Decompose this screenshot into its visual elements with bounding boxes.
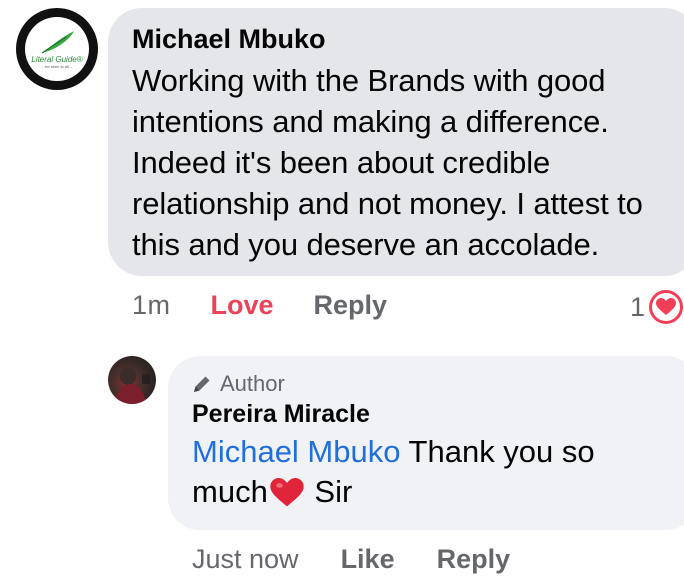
- literal-guide-logo: Literal Guide® ...be seen to all...: [25, 17, 89, 81]
- avatar[interactable]: Literal Guide® ...be seen to all...: [16, 8, 98, 90]
- heart-emoji-icon: [270, 478, 304, 518]
- leaf-icon: [41, 31, 74, 54]
- logo-tagline: ...be seen to all...: [41, 64, 73, 69]
- reply-button[interactable]: Reply: [314, 290, 388, 321]
- reply-author[interactable]: Pereira Miracle: [192, 398, 674, 430]
- heart-icon: [649, 290, 684, 324]
- comment-author[interactable]: Michael Mbuko: [132, 22, 674, 56]
- reply-text-part-2: Sir: [305, 474, 353, 509]
- logo-text: Literal Guide®: [31, 55, 83, 64]
- comment-bubble: Michael Mbuko Working with the Brands wi…: [108, 8, 684, 276]
- reply-bubble: Author Pereira Miracle Michael Mbuko Tha…: [168, 356, 684, 530]
- pencil-icon: [192, 374, 212, 394]
- reaction-count: 1: [630, 291, 646, 322]
- reply-actions: Just now Like Reply: [192, 544, 510, 575]
- mention-link[interactable]: Michael Mbuko: [192, 434, 400, 469]
- author-badge-label: Author: [220, 371, 285, 396]
- reply-button[interactable]: Reply: [437, 544, 511, 575]
- like-button[interactable]: Like: [341, 544, 395, 575]
- author-badge: Author: [192, 370, 674, 398]
- reply-timestamp[interactable]: Just now: [192, 544, 299, 575]
- comment-actions: 1m Love Reply: [132, 290, 387, 321]
- reaction-summary[interactable]: 1: [630, 290, 684, 324]
- reply-avatar[interactable]: [108, 356, 156, 404]
- comment-text: Working with the Brands with good intent…: [132, 63, 643, 262]
- comment-thread: Literal Guide® ...be seen to all... Mich…: [0, 0, 684, 587]
- comment-timestamp[interactable]: 1m: [132, 290, 171, 321]
- reply-text: Michael Mbuko Thank you so much Sir: [192, 432, 674, 518]
- love-button[interactable]: Love: [211, 290, 274, 321]
- person-photo: [114, 367, 150, 404]
